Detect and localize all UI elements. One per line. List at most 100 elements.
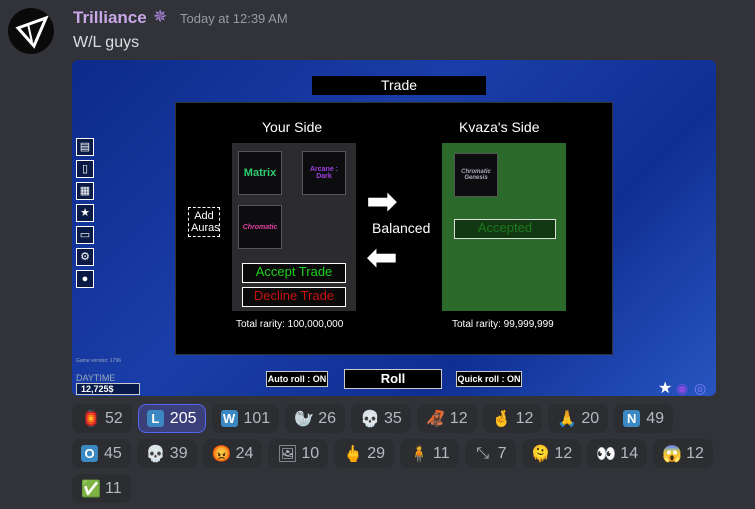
reaction-button[interactable]: 🧍 11 — [399, 439, 459, 468]
quick-roll-toggle[interactable]: Quick roll : ON — [456, 371, 522, 387]
accepted-status: Accepted — [454, 219, 556, 239]
game-version: Game version: 1796 — [76, 358, 122, 364]
reaction-count: 12 — [449, 409, 468, 427]
skull-icon: 💀 — [360, 410, 380, 428]
seal-face-icon: 🦭 — [294, 410, 315, 428]
reaction-count: 52 — [105, 409, 123, 427]
reaction-button[interactable]: 💀 35 — [351, 404, 411, 433]
reaction-count: 10 — [301, 444, 320, 462]
roll-button[interactable]: Roll — [344, 369, 442, 389]
letter-l-icon: L — [146, 410, 164, 427]
reaction-list: 🏮 52 L 205 W 101 🦭 26 💀 35 🦧 12 🤞 12 🙏 20 N 49 O 45 💀 39 😡 24 🖼 1… — [72, 404, 732, 503]
aura-slot[interactable]: Matrix — [238, 151, 282, 195]
person-photo-icon: 🧍 — [408, 445, 429, 463]
reaction-count: 12 — [686, 444, 704, 462]
letter-o-icon: O — [81, 445, 98, 462]
angry-face-icon: 😡 — [211, 445, 232, 463]
decline-trade-button[interactable]: Decline Trade — [242, 287, 346, 307]
reaction-button[interactable]: 😱 12 — [653, 439, 713, 468]
reaction-button[interactable]: 🖼 10 — [268, 439, 329, 468]
inventory-icon[interactable]: ▤ — [76, 138, 94, 156]
reaction-count: 205 — [169, 409, 197, 427]
reaction-button[interactable]: 💀 39 — [136, 439, 197, 468]
timestamp: Today at 12:39 AM — [180, 11, 288, 26]
their-side-box: Chromatic Genesis Accepted — [442, 143, 566, 311]
chat-icon[interactable]: ▭ — [76, 226, 94, 244]
portal-icon[interactable]: ◎ — [694, 380, 706, 396]
orangutan-icon: 🦧 — [425, 410, 446, 428]
reaction-button[interactable]: ⤡ 7 — [464, 439, 516, 468]
star-icon[interactable]: ★ — [76, 204, 94, 222]
reaction-count: 45 — [104, 444, 122, 462]
right-arrow-icon: ➡ — [366, 181, 398, 223]
arrows-icon: ⤡ — [476, 444, 489, 462]
reaction-button[interactable]: 🫠 12 — [521, 439, 582, 468]
money-display: 12,725$ — [76, 383, 140, 395]
reaction-count: 24 — [235, 444, 254, 462]
auto-roll-toggle[interactable]: Auto roll : ON — [266, 371, 328, 387]
reaction-count: 49 — [646, 409, 664, 427]
letter-n-icon: N — [623, 410, 641, 427]
storage-icon[interactable]: ▦ — [76, 182, 94, 200]
reaction-count: 26 — [318, 409, 336, 427]
reaction-button[interactable]: 🖕 29 — [334, 439, 394, 468]
balance-status: Balanced — [372, 220, 431, 236]
reaction-button[interactable]: N 49 — [614, 404, 673, 433]
reaction-button[interactable]: 🦧 12 — [416, 404, 477, 433]
eyes-icon: 👀 — [596, 445, 617, 463]
check-mark-icon: ✅ — [81, 480, 101, 498]
false-meme-icon: 🖼 — [277, 445, 298, 463]
gem-icon[interactable]: ◉ — [676, 380, 688, 396]
book-icon[interactable]: ▯ — [76, 160, 94, 178]
aura-slot[interactable]: Chromatic — [238, 205, 282, 249]
avatar[interactable] — [8, 8, 54, 54]
reaction-count: 101 — [243, 409, 271, 427]
reaction-button[interactable]: L 205 — [137, 404, 206, 433]
reaction-count: 7 — [497, 444, 507, 462]
aura-slot[interactable]: Chromatic Genesis — [454, 153, 498, 197]
reaction-count: 14 — [620, 444, 639, 462]
username[interactable]: Trilliance — [73, 8, 147, 28]
reaction-button[interactable]: 👀 14 — [587, 439, 648, 468]
reaction-button[interactable]: W 101 — [211, 404, 280, 433]
trade-title: Trade — [312, 76, 486, 95]
reaction-count: 12 — [515, 409, 534, 427]
letter-w-icon: W — [220, 410, 238, 427]
your-total-rarity: Total rarity: 100,000,000 — [236, 319, 344, 330]
folded-hands-icon: 🙏 — [557, 410, 578, 428]
reaction-button[interactable]: 🙏 20 — [548, 404, 609, 433]
reaction-button[interactable]: 🏮 52 — [72, 404, 132, 433]
reaction-count: 39 — [169, 444, 188, 462]
their-total-rarity: Total rarity: 99,999,999 — [452, 319, 554, 330]
red-lantern-icon: 🏮 — [81, 410, 101, 428]
egg-icon[interactable]: ● — [76, 270, 94, 288]
screenshot-attachment[interactable]: Trade ▤ ▯ ▦ ★ ▭ ⚙ ● Your Side Kvaza's Si… — [72, 60, 716, 396]
your-side-title: Your Side — [262, 119, 323, 135]
message-text: W/L guys — [73, 34, 140, 51]
reaction-button[interactable]: O 45 — [72, 439, 131, 468]
reaction-button[interactable]: 🤞 12 — [482, 404, 543, 433]
reaction-button[interactable]: 🦭 26 — [285, 404, 345, 433]
skull-icon: 💀 — [145, 445, 166, 463]
melting-face-icon: 🫠 — [530, 445, 551, 463]
reaction-count: 29 — [367, 444, 385, 462]
add-auras-button[interactable]: Add Auras — [188, 207, 220, 237]
reaction-count: 11 — [105, 479, 122, 497]
reaction-button[interactable]: 😡 24 — [202, 439, 263, 468]
star-icon[interactable]: ★ — [658, 378, 672, 396]
reaction-count: 20 — [581, 409, 600, 427]
reaction-button[interactable]: ✅ 11 — [72, 474, 131, 503]
settings-icon[interactable]: ⚙ — [76, 248, 94, 266]
aura-slot[interactable]: Arcane : Dark — [302, 151, 346, 195]
triangle-logo-icon — [15, 15, 49, 49]
reaction-count: 35 — [384, 409, 402, 427]
accept-trade-button[interactable]: Accept Trade — [242, 263, 346, 283]
sparkle-star-icon: ✵ — [153, 7, 168, 26]
your-side-box: Matrix Arcane : Dark Chromatic Accept Tr… — [232, 143, 356, 311]
crossed-fingers-icon: 🤞 — [491, 410, 512, 428]
trade-panel: Your Side Kvaza's Side Add Auras Matrix … — [175, 102, 613, 355]
middle-finger-icon: 🖕 — [343, 445, 364, 463]
left-arrow-icon: ⬅ — [366, 237, 398, 279]
reaction-count: 11 — [432, 444, 450, 462]
daytime-label: DAYTIME — [76, 373, 116, 383]
